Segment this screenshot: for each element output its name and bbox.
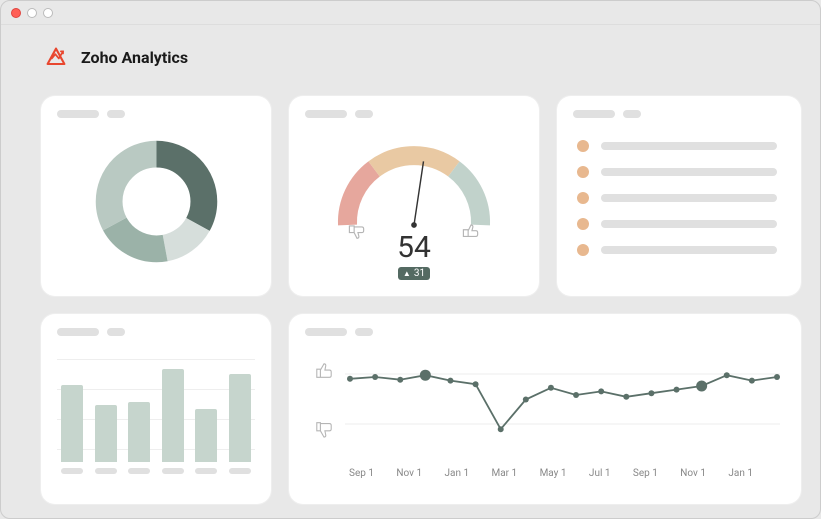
- bar: [229, 374, 251, 462]
- line-point: [623, 394, 629, 400]
- line-point: [648, 390, 654, 396]
- list-item: [577, 166, 777, 178]
- bar: [195, 409, 217, 462]
- triangle-up-icon: ▲: [403, 269, 411, 278]
- gauge-delta-value: 31: [414, 268, 425, 279]
- zoho-analytics-logo-icon: [41, 43, 71, 71]
- bullet-icon: [577, 244, 589, 256]
- gauge-segment-mid: [374, 156, 454, 169]
- x-axis-label: Sep 1: [349, 468, 374, 479]
- line-point: [523, 397, 529, 403]
- bullet-icon: [577, 166, 589, 178]
- line-chart: Sep 1 Nov 1 Jan 1 Mar 1 May 1 Jul 1 Sep 1 Nov 1…: [305, 344, 785, 494]
- thumbs-up-icon: [315, 362, 333, 380]
- line-point: [696, 381, 707, 392]
- x-axis-label: Jul 1: [589, 468, 611, 479]
- donut-chart-card: [41, 96, 271, 296]
- x-axis-label: Nov 1: [680, 468, 706, 479]
- thumbs-down-icon: [315, 420, 333, 438]
- dashboard-grid: 54 ▲ 31: [41, 96, 800, 508]
- list-items: [573, 126, 785, 256]
- list-item: [577, 140, 777, 152]
- card-title-placeholder: [57, 328, 255, 336]
- x-axis-label: Mar 1: [492, 468, 518, 479]
- bar: [128, 402, 150, 463]
- list-item: [577, 244, 777, 256]
- list-item: [577, 192, 777, 204]
- x-axis-label: Nov 1: [396, 468, 422, 479]
- list-card: [557, 96, 801, 296]
- card-title-placeholder: [573, 110, 785, 118]
- line-point: [420, 370, 431, 381]
- line-point: [674, 387, 680, 393]
- line-point: [347, 376, 353, 382]
- bullet-icon: [577, 192, 589, 204]
- line-point: [473, 381, 479, 387]
- line-point: [598, 388, 604, 394]
- gauge-delta-badge: ▲ 31: [398, 267, 430, 280]
- x-axis-label: Jan 1: [445, 468, 470, 479]
- line-chart-svg: [305, 344, 785, 464]
- line-path: [350, 375, 777, 429]
- maximize-window-icon[interactable]: [43, 8, 53, 18]
- donut-chart: [94, 139, 219, 264]
- line-point: [498, 426, 504, 432]
- x-axis-label: Jan 1: [728, 468, 753, 479]
- x-axis-label: Sep 1: [633, 468, 658, 479]
- card-title-placeholder: [305, 328, 785, 336]
- line-point: [372, 374, 378, 380]
- list-item: [577, 218, 777, 230]
- line-point: [724, 372, 730, 378]
- bar-chart: [57, 344, 255, 474]
- app-title: Zoho Analytics: [81, 48, 188, 67]
- gauge-needle-pivot: [411, 222, 417, 228]
- bar-chart-card: [41, 314, 271, 504]
- close-window-icon[interactable]: [11, 8, 21, 18]
- gauge-value: 54: [397, 230, 431, 265]
- bullet-icon: [577, 140, 589, 152]
- line-point: [573, 392, 579, 398]
- x-axis-label: May 1: [540, 468, 567, 479]
- line-point: [548, 385, 554, 391]
- minimize-window-icon[interactable]: [27, 8, 37, 18]
- gauge-needle: [414, 161, 424, 225]
- x-axis-labels: Sep 1 Nov 1 Jan 1 Mar 1 May 1 Jul 1 Sep 1 Nov 1…: [305, 468, 785, 479]
- line-point: [397, 377, 403, 383]
- line-point: [749, 378, 755, 384]
- gauge-segment-low: [347, 169, 374, 225]
- line-point: [774, 374, 780, 380]
- bar: [95, 405, 117, 462]
- line-point: [447, 378, 453, 384]
- line-chart-card: Sep 1 Nov 1 Jan 1 Mar 1 May 1 Jul 1 Sep 1 Nov 1…: [289, 314, 801, 504]
- gauge-chart: [319, 132, 509, 242]
- gauge-chart-card: 54 ▲ 31: [289, 96, 539, 296]
- bullet-icon: [577, 218, 589, 230]
- gauge-segment-high: [454, 169, 481, 225]
- bar: [61, 385, 83, 462]
- card-title-placeholder: [57, 110, 255, 118]
- thumbs-up-icon: [463, 225, 477, 236]
- thumbs-down-icon: [349, 226, 363, 238]
- app-window: Zoho Analytics: [0, 0, 821, 519]
- app-header: Zoho Analytics: [1, 25, 820, 85]
- bar: [162, 369, 184, 463]
- window-titlebar: [1, 1, 820, 25]
- card-title-placeholder: [305, 110, 523, 118]
